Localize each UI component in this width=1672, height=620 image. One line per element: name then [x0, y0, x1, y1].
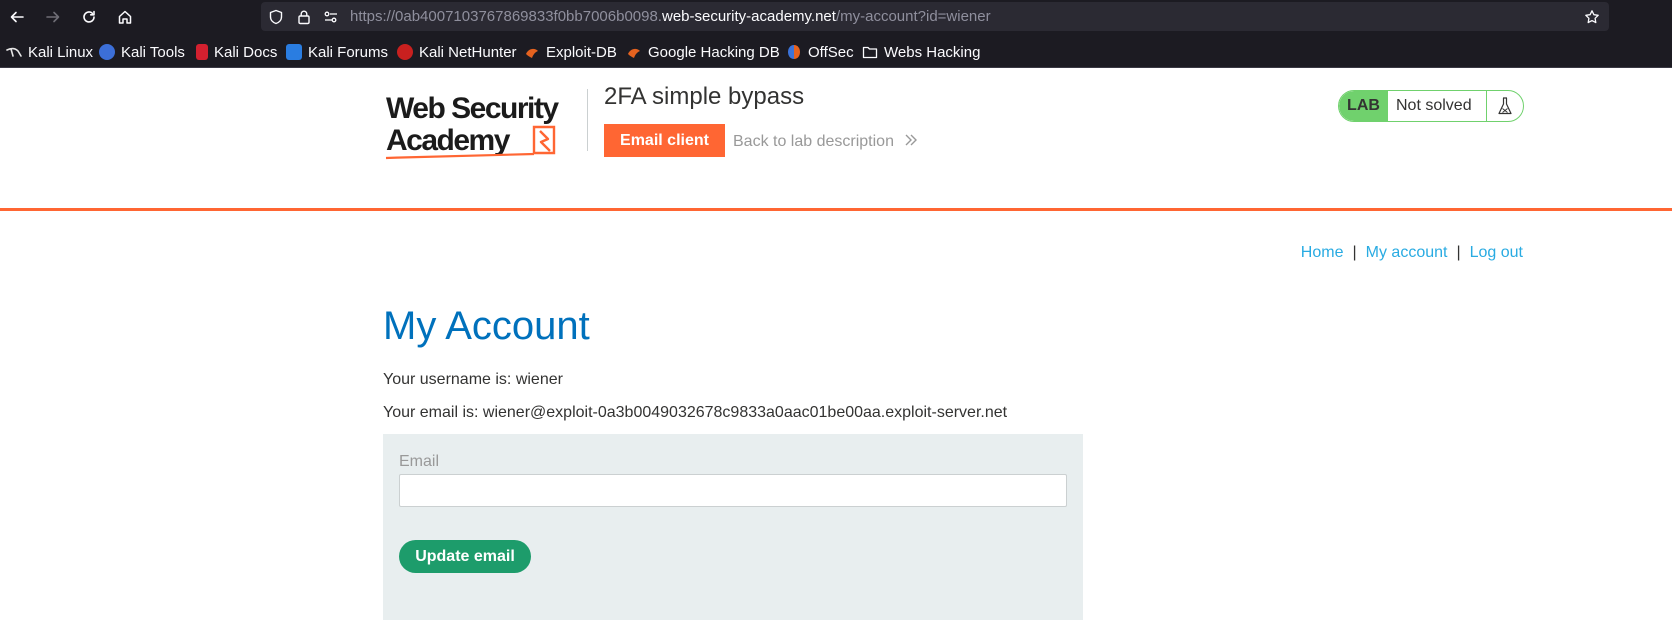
- url-host: web-security-academy.net: [661, 8, 836, 25]
- bookmark-kali-nethunter[interactable]: Kali NetHunter: [397, 43, 517, 61]
- address-bar[interactable]: https://0ab4007103767869833f0bb7006b0098…: [261, 2, 1609, 31]
- bookmark-exploit-db[interactable]: Exploit-DB: [524, 43, 617, 61]
- update-email-button[interactable]: Update email: [399, 540, 531, 573]
- bookmark-label: Exploit-DB: [546, 43, 617, 61]
- back-arrow-icon[interactable]: [5, 5, 29, 29]
- url-text[interactable]: https://0ab4007103767869833f0bb7006b0098…: [350, 8, 991, 25]
- email-input[interactable]: [399, 474, 1067, 507]
- bookmark-kali-forums[interactable]: Kali Forums: [286, 43, 388, 61]
- back-link-label: Back to lab description: [733, 133, 894, 150]
- bookmark-label: Kali Forums: [308, 43, 389, 61]
- bookmark-label: OffSec: [808, 43, 854, 61]
- lab-title: 2FA simple bypass: [604, 83, 805, 110]
- kali-forums-icon: [286, 44, 302, 60]
- kali-linux-icon: [6, 47, 22, 57]
- bookmark-label: Kali Tools: [121, 43, 185, 61]
- header-divider: [587, 89, 588, 151]
- my-account-link[interactable]: My account: [1366, 244, 1448, 261]
- exploit-db-icon: [526, 48, 538, 58]
- bookmark-label: Webs Hacking: [884, 43, 981, 61]
- offsec-icon: [788, 45, 800, 59]
- bookmark-star-icon[interactable]: [1583, 8, 1601, 26]
- web-security-academy-logo[interactable]: Web Security Academy: [384, 87, 584, 163]
- double-chevron-right-icon: [904, 133, 918, 151]
- bookmark-label: Kali NetHunter: [419, 43, 517, 61]
- top-nav-links: Home | My account | Log out: [1301, 244, 1523, 262]
- svg-text:Web Security: Web Security: [386, 92, 559, 125]
- home-icon[interactable]: [113, 5, 137, 29]
- reload-icon[interactable]: [77, 5, 101, 29]
- kali-docs-icon: [196, 44, 208, 60]
- update-email-form: Email Update email: [383, 434, 1083, 620]
- back-to-lab-description-link[interactable]: Back to lab description: [733, 133, 918, 151]
- lab-header: Web Security Academy 2FA simple bypass E…: [0, 69, 1672, 211]
- shield-icon[interactable]: [267, 8, 285, 26]
- bookmark-offsec[interactable]: OffSec: [786, 43, 854, 61]
- forward-arrow-icon[interactable]: [41, 5, 65, 29]
- lab-tag: LAB: [1339, 91, 1388, 121]
- bookmark-kali-tools[interactable]: Kali Tools: [99, 43, 185, 61]
- nav-separator: |: [1456, 244, 1461, 261]
- kali-tools-icon: [99, 44, 115, 60]
- bookmark-kali-linux[interactable]: Kali Linux: [6, 43, 93, 61]
- lab-status-text: Not solved: [1388, 91, 1487, 121]
- folder-icon: [862, 46, 878, 59]
- url-path: /my-account?id=wiener: [835, 8, 991, 25]
- browser-toolbar: https://0ab4007103767869833f0bb7006b0098…: [0, 0, 1672, 34]
- bookmark-kali-docs[interactable]: Kali Docs: [196, 43, 277, 61]
- bookmark-google-hacking-db[interactable]: Google Hacking DB: [626, 43, 780, 61]
- flask-icon[interactable]: [1487, 91, 1523, 121]
- log-out-link[interactable]: Log out: [1470, 244, 1523, 261]
- kali-nethunter-icon: [397, 44, 413, 60]
- nav-separator: |: [1352, 244, 1357, 261]
- svg-text:Academy: Academy: [386, 124, 511, 157]
- email-field-label: Email: [399, 453, 440, 470]
- google-hacking-db-icon: [628, 48, 640, 58]
- bookmark-label: Google Hacking DB: [648, 43, 780, 61]
- lab-status-widget: LAB Not solved: [1338, 90, 1524, 122]
- bookmarks-bar: Kali Linux Kali Tools Kali Docs Kali For…: [0, 34, 1672, 68]
- username-line: Your username is: wiener: [383, 371, 563, 388]
- bookmark-label: Kali Docs: [214, 43, 278, 61]
- lock-icon[interactable]: [295, 8, 313, 26]
- url-scheme: https://: [350, 8, 396, 25]
- email-client-button[interactable]: Email client: [604, 124, 725, 157]
- bookmark-label: Kali Linux: [28, 43, 94, 61]
- email-line: Your email is: wiener@exploit-0a3b004903…: [383, 404, 1008, 421]
- bookmark-folder-webs-hacking[interactable]: Webs Hacking: [862, 43, 980, 61]
- url-subdomain: 0ab4007103767869833f0bb7006b0098.: [395, 8, 662, 25]
- site-permissions-icon[interactable]: [322, 8, 340, 26]
- page-title: My Account: [383, 304, 590, 348]
- home-link[interactable]: Home: [1301, 244, 1344, 261]
